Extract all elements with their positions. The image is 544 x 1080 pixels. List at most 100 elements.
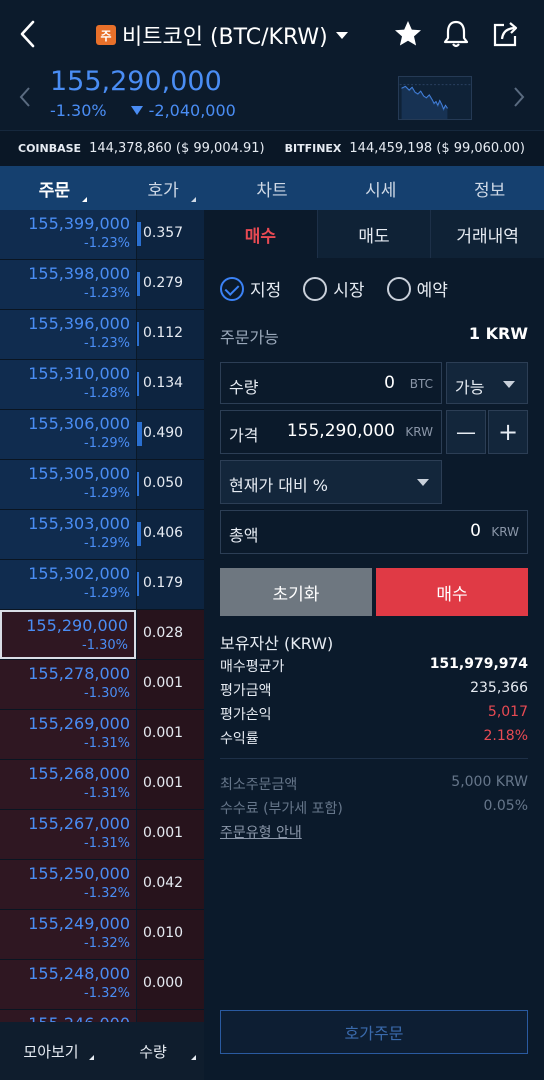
price-cell[interactable]: 155,398,000 -1.23%	[0, 260, 136, 309]
price-cell[interactable]: 155,267,000 -1.31%	[0, 810, 136, 859]
mini-chart[interactable]	[398, 76, 472, 120]
order-type-guide-link[interactable]: 주문유형 안내	[220, 822, 302, 842]
share-icon[interactable]	[490, 18, 522, 50]
price-cell[interactable]: 155,399,000 -1.23%	[0, 210, 136, 259]
tab-buy[interactable]: 매수	[204, 210, 317, 258]
tab-label: 정보	[473, 180, 506, 201]
orderbook-bid-row[interactable]: 155,246,000	[0, 1010, 204, 1022]
chevron-right-icon[interactable]	[512, 86, 526, 108]
qty-cell[interactable]: 0.179	[137, 560, 204, 609]
qty-cell[interactable]: 0.357	[137, 210, 204, 259]
hoga-order-button[interactable]: 호가주문	[220, 1010, 528, 1054]
tab-info[interactable]: 정보	[435, 166, 544, 210]
price-cell[interactable]: 155,305,000 -1.29%	[0, 460, 136, 509]
group-view-button[interactable]: 모아보기	[0, 1022, 102, 1080]
orderbook-qty: 0.112	[143, 325, 184, 341]
qty-cell[interactable]: 0.490	[137, 410, 204, 459]
orderbook-ask-row[interactable]: 155,306,000 -1.29% 0.490	[0, 410, 204, 460]
price-cell[interactable]: 155,303,000 -1.29%	[0, 510, 136, 559]
orderbook-bid-row[interactable]: 155,267,000 -1.31% 0.001	[0, 810, 204, 860]
orderbook-bid-row[interactable]: 155,278,000 -1.30% 0.001	[0, 660, 204, 710]
qty-cell[interactable]: 0.028	[137, 610, 204, 659]
orderbook-ask-row[interactable]: 155,310,000 -1.28% 0.134	[0, 360, 204, 410]
tab-hoga[interactable]: 호가	[109, 166, 218, 210]
price-cell[interactable]: 155,306,000 -1.29%	[0, 410, 136, 459]
tab-history[interactable]: 거래내역	[430, 210, 544, 258]
price-cell[interactable]: 155,278,000 -1.30%	[0, 660, 136, 709]
qty-cell[interactable]: 0.112	[137, 310, 204, 359]
orderbook-ask-row[interactable]: 155,303,000 -1.29% 0.406	[0, 510, 204, 560]
reset-button[interactable]: 초기화	[220, 568, 372, 616]
exchange-name: BITFINEX	[284, 142, 342, 155]
orderbook-ask-row[interactable]: 155,302,000 -1.29% 0.179	[0, 560, 204, 610]
radio-market[interactable]	[303, 276, 328, 301]
min-order-label: 최소주문금액	[220, 777, 298, 793]
qty-cell[interactable]: 0.042	[137, 860, 204, 909]
qty-cell[interactable]: 0.001	[137, 810, 204, 859]
qty-toggle-button[interactable]: 수량	[102, 1022, 204, 1080]
star-icon[interactable]	[392, 18, 424, 50]
asset-row: 평가손익 5,017	[220, 704, 528, 724]
qty-cell[interactable]: 0.001	[137, 660, 204, 709]
qty-cell[interactable]: 0.279	[137, 260, 204, 309]
orderbook-bid-row[interactable]: 155,268,000 -1.31% 0.001	[0, 760, 204, 810]
quantity-field[interactable]: 수량 0 BTC	[220, 362, 442, 404]
exchange-value: 144,459,198 ($ 99,060.00)	[349, 141, 525, 156]
price-cell[interactable]: 155,248,000 -1.32%	[0, 960, 136, 1009]
qty-cell[interactable]: 0.050	[137, 460, 204, 509]
orderbook-bid-row[interactable]: 155,250,000 -1.32% 0.042	[0, 860, 204, 910]
qty-cell[interactable]: 0.000	[137, 960, 204, 1009]
total-field[interactable]: 총액 0 KRW	[220, 510, 528, 554]
orderbook-bid-row[interactable]: 155,269,000 -1.31% 0.001	[0, 710, 204, 760]
price-percent-select[interactable]: 현재가 대비 %	[220, 460, 442, 504]
fee-row: 수수료 (부가세 포함) 0.05%	[220, 798, 528, 818]
price-cell[interactable]: 155,396,000 -1.23%	[0, 310, 136, 359]
radio-reserve-label[interactable]: 예약	[417, 276, 448, 301]
orderbook-ask-row[interactable]: 155,305,000 -1.29% 0.050	[0, 460, 204, 510]
orderbook-ask-row[interactable]: 155,399,000 -1.23% 0.357	[0, 210, 204, 260]
orderbook-bid-row[interactable]: 155,249,000 -1.32% 0.010	[0, 910, 204, 960]
price-field[interactable]: 가격 155,290,000 KRW	[220, 410, 442, 454]
buy-button[interactable]: 매수	[376, 568, 528, 616]
qty-cell[interactable]: 0.010	[137, 910, 204, 959]
radio-limit-label[interactable]: 지정	[250, 276, 281, 301]
tab-quotes[interactable]: 시세	[326, 166, 435, 210]
price-cell[interactable]: 155,268,000 -1.31%	[0, 760, 136, 809]
orderbook-row-current[interactable]: 155,290,000 -1.30% 0.028	[0, 610, 204, 660]
market-selector[interactable]: 주 비트코인 (BTC/KRW)	[96, 18, 348, 52]
chevron-left-icon[interactable]	[18, 86, 32, 108]
price-cell[interactable]: 155,246,000	[0, 1010, 136, 1022]
tab-sell[interactable]: 매도	[316, 210, 431, 258]
radio-market-label[interactable]: 시장	[333, 276, 364, 301]
price-cell[interactable]: 155,310,000 -1.28%	[0, 360, 136, 409]
price-cell[interactable]: 155,249,000 -1.32%	[0, 910, 136, 959]
price-decrease-button[interactable]: —	[446, 410, 486, 454]
quantity-option-select[interactable]: 가능	[446, 362, 528, 404]
price-cell[interactable]: 155,290,000 -1.30%	[0, 610, 136, 659]
orderbook-ask-row[interactable]: 155,398,000 -1.23% 0.279	[0, 260, 204, 310]
qty-cell[interactable]: 0.134	[137, 360, 204, 409]
orderbook-bid-row[interactable]: 155,248,000 -1.32% 0.000	[0, 960, 204, 1010]
qty-cell[interactable]: 0.001	[137, 710, 204, 759]
radio-reserve[interactable]	[386, 276, 411, 301]
qty-cell[interactable]	[137, 1010, 204, 1022]
tab-chart[interactable]: 차트	[218, 166, 327, 210]
total-label: 총액	[229, 526, 259, 545]
radio-limit[interactable]	[220, 276, 244, 301]
qty-cell[interactable]: 0.406	[137, 510, 204, 559]
price-cell[interactable]: 155,250,000 -1.32%	[0, 860, 136, 909]
bell-icon[interactable]	[440, 18, 472, 50]
price-cell[interactable]: 155,269,000 -1.31%	[0, 710, 136, 759]
quantity-unit: BTC	[409, 377, 433, 391]
asset-value: 235,366	[470, 680, 528, 696]
orderbook-qty: 0.000	[143, 975, 184, 991]
qty-toggle-label: 수량	[139, 1042, 167, 1061]
qty-cell[interactable]: 0.001	[137, 760, 204, 809]
tab-order[interactable]: 주문	[0, 166, 109, 210]
back-icon[interactable]	[14, 18, 42, 50]
quantity-option-value: 가능	[455, 378, 485, 397]
orderbook-ask-row[interactable]: 155,396,000 -1.23% 0.112	[0, 310, 204, 360]
price-increase-button[interactable]: +	[488, 410, 528, 454]
coin-badge: 주	[96, 25, 116, 45]
price-cell[interactable]: 155,302,000 -1.29%	[0, 560, 136, 609]
